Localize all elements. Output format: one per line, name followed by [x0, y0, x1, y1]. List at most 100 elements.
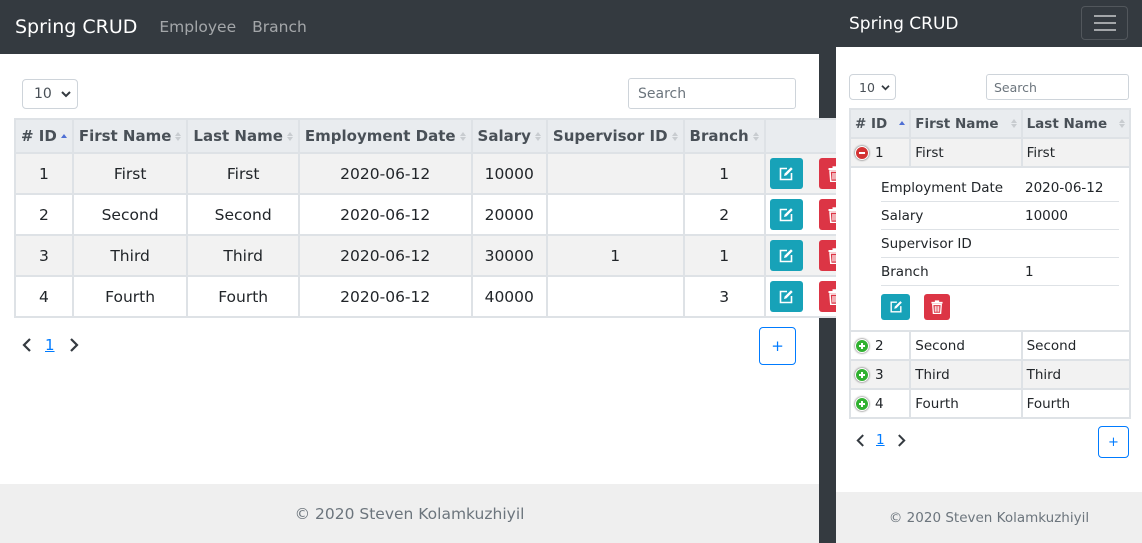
- edit-button[interactable]: [769, 240, 803, 271]
- search-placeholder: Search: [638, 85, 687, 102]
- edit-icon: [779, 248, 793, 262]
- cell-first-name: Second: [909, 330, 1023, 361]
- cell-supervisor-id: [545, 193, 685, 236]
- cell-salary: 20000: [470, 193, 548, 236]
- table-row: 2 Second Second 2020-06-12 20000 2: [14, 193, 853, 236]
- footer: © 2020 Steven Kolamkuzhiyil: [836, 492, 1142, 543]
- chevron-left-icon[interactable]: [22, 338, 32, 352]
- edit-button[interactable]: [881, 294, 910, 320]
- cell-first-name: Fourth: [909, 388, 1023, 419]
- mobile-view: Spring CRUD 10 Search # ID First Name La…: [836, 0, 1142, 543]
- page-length-select[interactable]: 10: [849, 74, 896, 100]
- cell-salary: 30000: [470, 234, 548, 277]
- cell-id: 4: [14, 275, 74, 318]
- chevron-right-icon[interactable]: [897, 433, 906, 447]
- cell-last-name: First: [1020, 137, 1132, 168]
- col-first-name[interactable]: First Name: [71, 118, 189, 154]
- edit-button[interactable]: [769, 281, 803, 312]
- cell-first-name: First: [71, 152, 189, 195]
- cell-branch: 1: [682, 152, 766, 195]
- cell-branch: 3: [682, 275, 766, 318]
- detail-item: Salary 10000: [881, 202, 1119, 230]
- page-link[interactable]: 1: [45, 336, 55, 354]
- sort-icon: [534, 132, 541, 141]
- table-row[interactable]: 1 First First: [848, 137, 1132, 168]
- edit-button[interactable]: [769, 199, 803, 230]
- cell-first-name: Fourth: [71, 275, 189, 318]
- edit-icon: [779, 289, 793, 303]
- cell-salary: 10000: [470, 152, 548, 195]
- cell-employment-date: 2020-06-12: [297, 193, 473, 236]
- row-details: Employment Date 2020-06-12 Salary 10000 Su…: [848, 166, 1132, 332]
- chevron-left-icon[interactable]: [856, 433, 865, 447]
- page-length-value: 10: [34, 86, 52, 102]
- cell-id: 2: [14, 193, 74, 236]
- table-row[interactable]: 2 Second Second: [848, 330, 1132, 361]
- cell-salary: 40000: [470, 275, 548, 318]
- sort-icon: [1119, 119, 1126, 128]
- detail-item: Supervisor ID: [881, 230, 1119, 258]
- cell-last-name: Fourth: [1020, 388, 1132, 419]
- cell-supervisor-id: 1: [545, 234, 685, 277]
- cell-employment-date: 2020-06-12: [297, 234, 473, 277]
- cell-last-name: Third: [186, 234, 300, 277]
- expand-icon[interactable]: [855, 367, 869, 382]
- expand-icon[interactable]: [855, 338, 869, 353]
- cell-id[interactable]: 2: [848, 330, 912, 361]
- chevron-right-icon[interactable]: [69, 338, 79, 352]
- table-row: 3 Third Third 2020-06-12 30000 1 1: [14, 234, 853, 277]
- sort-icon: [1010, 119, 1017, 128]
- nav-branch[interactable]: Branch: [252, 18, 307, 36]
- detail-item: Employment Date 2020-06-12: [881, 174, 1119, 202]
- desktop-view: Spring CRUD Employee Branch 10 Search # …: [0, 0, 853, 543]
- col-id[interactable]: # ID: [848, 108, 912, 139]
- cell-last-name: Second: [186, 193, 300, 236]
- collapse-icon[interactable]: [855, 145, 869, 160]
- col-id[interactable]: # ID: [14, 118, 74, 154]
- cell-last-name: First: [186, 152, 300, 195]
- add-employee-button[interactable]: +: [759, 327, 796, 365]
- col-last-name[interactable]: Last Name: [186, 118, 300, 154]
- trash-icon: [931, 300, 943, 314]
- cell-first-name: First: [909, 137, 1023, 168]
- col-supervisor-id[interactable]: Supervisor ID: [545, 118, 685, 154]
- search-input[interactable]: Search: [628, 78, 796, 109]
- edit-icon: [889, 301, 902, 313]
- page-link[interactable]: 1: [876, 432, 885, 448]
- search-placeholder: Search: [994, 79, 1037, 95]
- chevron-down-icon: [61, 91, 71, 98]
- employee-table: # ID First Name Last Name Employment Dat…: [14, 118, 853, 318]
- col-branch[interactable]: Branch: [682, 118, 766, 154]
- page-length-value: 10: [859, 79, 875, 95]
- brand-logo[interactable]: Spring CRUD: [15, 16, 137, 38]
- search-input[interactable]: Search: [986, 74, 1129, 100]
- cell-last-name: Third: [1020, 359, 1132, 390]
- add-employee-button[interactable]: +: [1098, 426, 1129, 458]
- table-row[interactable]: 3 Third Third: [848, 359, 1132, 390]
- cell-id[interactable]: 3: [848, 359, 912, 390]
- expand-icon[interactable]: [855, 396, 869, 411]
- cell-id[interactable]: 1: [848, 137, 912, 168]
- col-salary[interactable]: Salary: [470, 118, 548, 154]
- hamburger-icon: [1093, 15, 1116, 17]
- col-first-name[interactable]: First Name: [909, 108, 1023, 139]
- detail-label: Branch: [881, 263, 929, 280]
- delete-button[interactable]: [924, 294, 950, 320]
- cell-first-name: Third: [909, 359, 1023, 390]
- cell-id[interactable]: 4: [848, 388, 912, 419]
- menu-toggle-button[interactable]: [1081, 6, 1128, 40]
- footer: © 2020 Steven Kolamkuzhiyil: [0, 484, 819, 543]
- cell-supervisor-id: [545, 275, 685, 318]
- chevron-down-icon: [881, 84, 890, 90]
- cell-id: 1: [14, 152, 74, 195]
- table-row[interactable]: 4 Fourth Fourth: [848, 388, 1132, 419]
- nav-employee[interactable]: Employee: [159, 18, 236, 36]
- col-employment-date[interactable]: Employment Date: [297, 118, 473, 154]
- brand-logo[interactable]: Spring CRUD: [849, 14, 958, 34]
- edit-button[interactable]: [769, 158, 803, 189]
- sort-icon: [459, 132, 466, 141]
- col-last-name[interactable]: Last Name: [1020, 108, 1132, 139]
- table-header-row: # ID First Name Last Name: [848, 108, 1132, 139]
- page-length-select[interactable]: 10: [22, 79, 78, 109]
- table-row: 1 First First 2020-06-12 10000 1: [14, 152, 853, 195]
